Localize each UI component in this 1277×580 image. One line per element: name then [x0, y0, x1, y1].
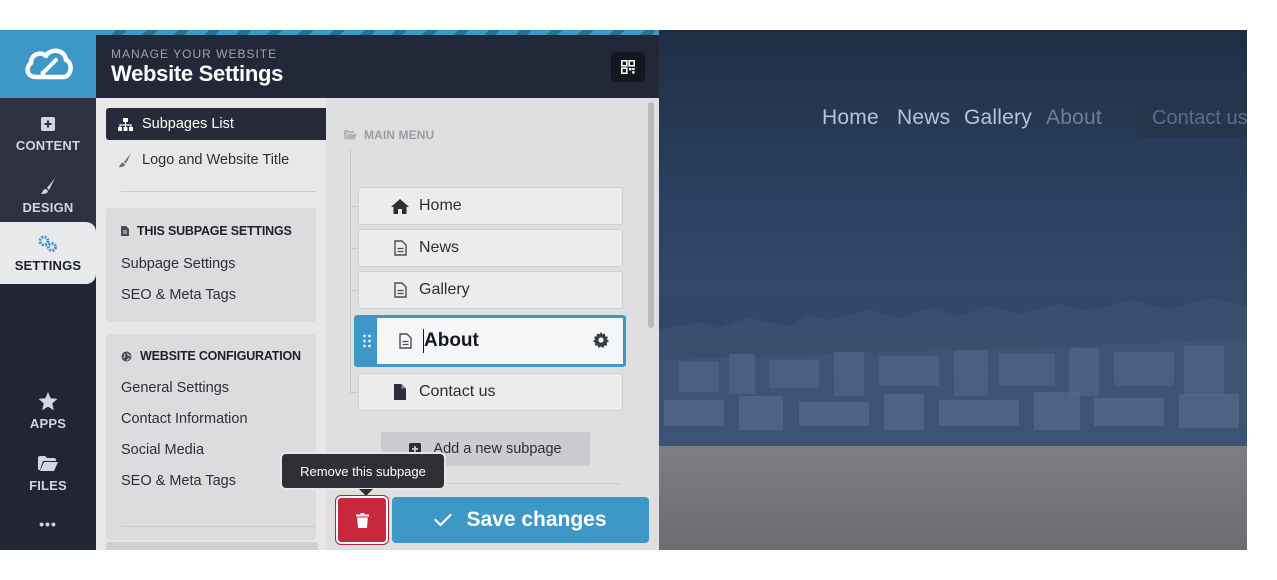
- preview-nav-home[interactable]: Home: [822, 106, 879, 130]
- main-rail: CONTENT DESIGN SETTINGS APPS FILES •••: [0, 30, 96, 550]
- file-outline-icon: [390, 240, 410, 256]
- rail-settings[interactable]: SETTINGS: [0, 222, 96, 284]
- rail-apps[interactable]: APPS: [0, 380, 96, 442]
- tree-connector: [350, 290, 358, 291]
- add-subpage-label: Add a new subpage: [433, 441, 562, 457]
- settings-header: MANAGE YOUR WEBSITE Website Settings: [96, 30, 659, 98]
- page-item-label: News: [419, 239, 460, 256]
- file-icon: [121, 226, 129, 236]
- sitemap-icon: [112, 117, 138, 131]
- tree-connector: [350, 248, 358, 249]
- gear-icon[interactable]: [593, 332, 609, 348]
- cloud-logo[interactable]: [0, 30, 96, 98]
- main-menu-heading: MAIN MENU: [344, 128, 434, 142]
- link-website-seo[interactable]: SEO & Meta Tags: [121, 473, 236, 489]
- nav-divider: [121, 526, 316, 527]
- remove-subpage-tooltip: Remove this subpage: [280, 452, 446, 496]
- rail-files-label: FILES: [29, 477, 67, 493]
- nav-logo-title-label: Logo and Website Title: [142, 152, 290, 168]
- rail-design-label: DESIGN: [22, 199, 74, 215]
- preview-contact-button[interactable]: Contact us: [1137, 98, 1247, 138]
- home-icon: [390, 198, 410, 214]
- tree-connector: [350, 392, 358, 393]
- page-item-contact[interactable]: Contact us: [358, 373, 623, 411]
- nav-subpages-list[interactable]: Subpages List: [106, 108, 340, 140]
- website-editor: CONTENT DESIGN SETTINGS APPS FILES ••• M…: [0, 30, 1247, 550]
- nav-next-card: [106, 542, 318, 550]
- page-title: Website Settings: [111, 61, 284, 86]
- rail-content-label: CONTENT: [15, 137, 81, 153]
- page-item-label: Contact us: [419, 383, 496, 400]
- plus-square-icon: [41, 114, 55, 134]
- page-item-label: Gallery: [419, 281, 470, 298]
- tree-connector: [350, 150, 351, 392]
- rail-design[interactable]: DESIGN: [0, 164, 96, 226]
- rail-content[interactable]: CONTENT: [0, 102, 96, 164]
- website-preview: Home News Gallery About Contact us: [659, 30, 1247, 550]
- main-menu-heading-text: MAIN MENU: [364, 128, 435, 142]
- preview-city-image: [659, 298, 1247, 446]
- page-item-news[interactable]: News: [358, 229, 623, 267]
- gears-icon: [36, 234, 60, 254]
- website-config-heading-text: WEBSITE CONFIGURATION: [140, 349, 301, 363]
- qr-code-button[interactable]: [611, 52, 645, 82]
- file-outline-icon: [395, 333, 415, 349]
- page-item-about[interactable]: About: [354, 315, 626, 367]
- preview-nav-about[interactable]: About: [1046, 106, 1102, 130]
- delete-subpage-button[interactable]: [336, 496, 388, 544]
- file-solid-icon: [390, 384, 410, 400]
- save-changes-label: Save changes: [466, 508, 607, 531]
- nav-divider: [121, 191, 316, 192]
- tree-scrollbar[interactable]: [648, 102, 654, 328]
- website-config-heading: WEBSITE CONFIGURATION: [121, 349, 301, 363]
- drag-handle-icon[interactable]: [357, 318, 377, 364]
- globe-icon: [121, 351, 132, 362]
- trash-icon: [355, 512, 369, 528]
- subpage-settings-heading-text: THIS SUBPAGE SETTINGS: [137, 224, 292, 238]
- save-changes-button[interactable]: Save changes: [392, 497, 649, 543]
- link-general-settings[interactable]: General Settings: [121, 380, 229, 396]
- brush-icon: [39, 176, 57, 196]
- rail-files[interactable]: FILES: [0, 442, 96, 504]
- website-config-card: WEBSITE CONFIGURATION General Settings C…: [106, 334, 316, 540]
- nav-logo-title[interactable]: Logo and Website Title: [106, 144, 289, 176]
- brush-icon: [112, 152, 138, 168]
- tree-connector: [350, 206, 358, 207]
- folder-icon: [38, 454, 58, 474]
- star-icon: [38, 392, 58, 412]
- link-subpage-settings[interactable]: Subpage Settings: [121, 256, 235, 272]
- preview-nav-news[interactable]: News: [897, 106, 950, 130]
- rail-more[interactable]: •••: [0, 504, 96, 544]
- page-item-home[interactable]: Home: [358, 187, 623, 225]
- page-item-label: Home: [419, 197, 462, 214]
- cloud-icon: [25, 48, 73, 80]
- link-subpage-seo[interactable]: SEO & Meta Tags: [121, 287, 236, 303]
- rail-settings-label: SETTINGS: [14, 257, 82, 273]
- header-kicker: MANAGE YOUR WEBSITE: [111, 47, 278, 61]
- page-item-label[interactable]: About: [424, 330, 479, 352]
- file-outline-icon: [390, 282, 410, 298]
- subpage-settings-card: THIS SUBPAGE SETTINGS Subpage Settings S…: [106, 208, 316, 322]
- link-social-media[interactable]: Social Media: [121, 442, 204, 458]
- checkmark-icon: [434, 513, 453, 527]
- preview-nav-gallery[interactable]: Gallery: [964, 106, 1032, 130]
- rail-apps-label: APPS: [29, 415, 67, 431]
- more-icon: •••: [39, 516, 57, 532]
- qr-code-icon: [621, 60, 635, 74]
- link-contact-information[interactable]: Contact Information: [121, 411, 248, 427]
- folder-open-icon: [344, 130, 357, 140]
- subpage-settings-heading: THIS SUBPAGE SETTINGS: [121, 224, 292, 238]
- nav-subpages-list-label: Subpages List: [142, 116, 234, 132]
- page-item-gallery[interactable]: Gallery: [358, 271, 623, 309]
- preview-content-area: [659, 446, 1247, 550]
- header-stripe: [96, 30, 659, 35]
